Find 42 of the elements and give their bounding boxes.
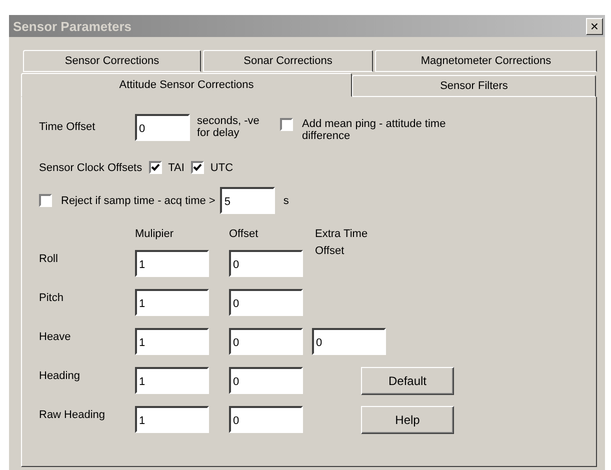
column-header: Offset (229, 227, 260, 242)
row-label: Roll (39, 252, 59, 265)
checkbox[interactable] (149, 161, 162, 174)
input-field[interactable]: 1 (135, 250, 209, 277)
unit-label: seconds, -ve for delay (197, 114, 260, 139)
input-field[interactable]: 0 (229, 328, 303, 355)
tab[interactable]: Sensor Filters (352, 75, 596, 97)
input-field[interactable]: 1 (135, 289, 209, 316)
tab[interactable]: Sensor Corrections (23, 50, 201, 72)
window-title: Sensor Parameters (13, 18, 132, 34)
checkbox[interactable] (191, 161, 204, 174)
input-field[interactable]: 0 (135, 114, 190, 141)
column-header: Extra Time Offset (315, 227, 369, 259)
checkbox-label: Reject if samp time - acq time > (61, 194, 216, 206)
dialog-button[interactable]: Default (361, 367, 454, 395)
input-field[interactable]: 5 (220, 187, 276, 214)
dialog-button[interactable]: Help (361, 406, 454, 434)
input-field[interactable]: 1 (135, 367, 209, 394)
input-field[interactable]: 0 (312, 328, 386, 355)
row-label: Raw Heading (39, 408, 106, 421)
tab[interactable]: Magnetometer Corrections (375, 50, 597, 72)
row-label: Heave (39, 330, 72, 343)
checkbox-label: UTC (210, 162, 234, 174)
input-field[interactable]: 0 (229, 289, 303, 316)
close-button[interactable]: × (586, 18, 603, 34)
tab[interactable]: Attitude Sensor Corrections (21, 73, 352, 97)
input-field[interactable]: 0 (229, 406, 303, 433)
column-header: Mulipier (135, 227, 175, 242)
checkbox-label: Add mean ping - attitude time difference (302, 118, 447, 142)
checkbox[interactable] (39, 194, 52, 207)
unit-label: s (283, 194, 289, 206)
input-field[interactable]: 0 (229, 367, 303, 394)
input-field[interactable]: 1 (135, 406, 209, 433)
input-field[interactable]: 1 (135, 328, 209, 355)
row-label: Pitch (39, 291, 64, 304)
field-label: Time Offset (39, 120, 96, 133)
row-label: Heading (39, 369, 81, 382)
checkbox[interactable] (280, 118, 293, 131)
tab[interactable]: Sonar Corrections (203, 50, 373, 72)
input-field[interactable]: 0 (229, 250, 303, 277)
field-label: Sensor Clock Offsets (39, 162, 142, 174)
checkbox-label: TAI (168, 162, 184, 174)
